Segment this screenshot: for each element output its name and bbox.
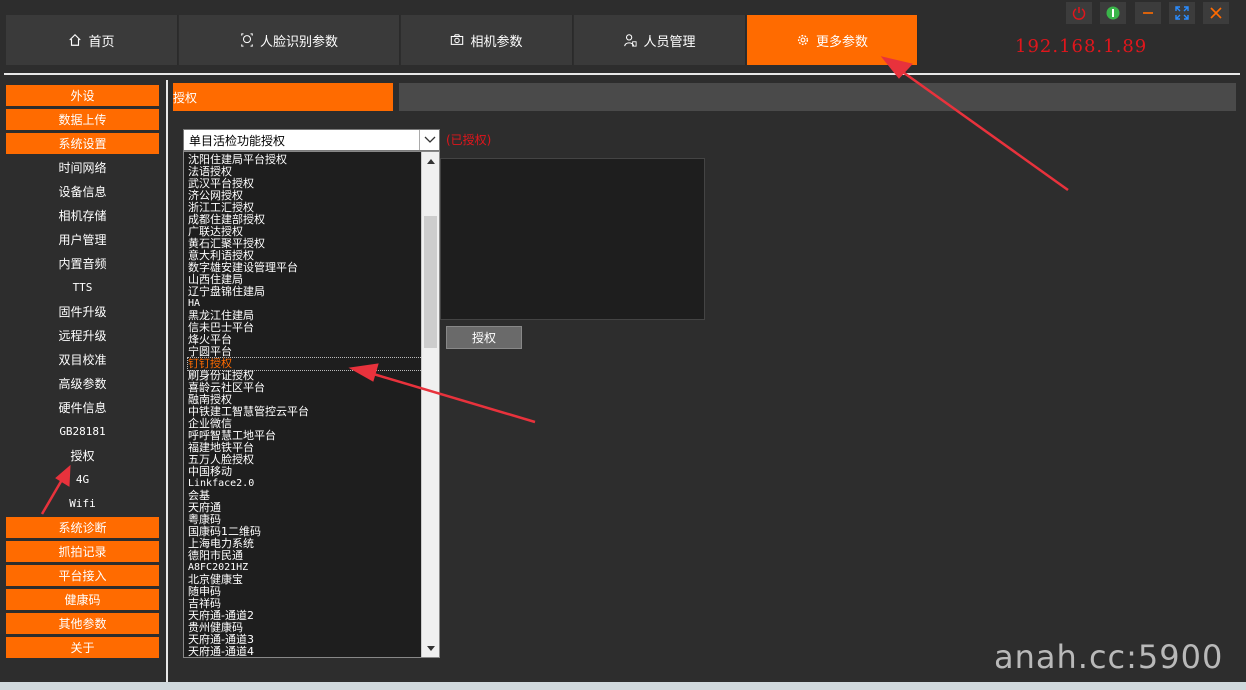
watermark: anah.cc:5900 bbox=[994, 638, 1224, 676]
sidebar-subitem-firmware-upgrade[interactable]: 固件升级 bbox=[6, 301, 159, 322]
user-icon bbox=[624, 34, 638, 47]
scroll-thumb[interactable] bbox=[424, 216, 437, 348]
arrow-down-icon bbox=[426, 645, 435, 651]
info-panel bbox=[440, 158, 705, 320]
tab-more-params[interactable]: 更多参数 bbox=[747, 15, 918, 65]
minimize-icon bbox=[1143, 12, 1153, 14]
scroll-up-button[interactable] bbox=[422, 152, 439, 169]
sidebar-item-capture-records[interactable]: 抓拍记录 bbox=[6, 541, 159, 562]
sidebar-item-system-diagnosis[interactable]: 系统诊断 bbox=[6, 517, 159, 538]
sidebar-subitem-authorization[interactable]: 授权 bbox=[6, 445, 159, 466]
sidebar-divider bbox=[166, 80, 168, 682]
home-icon bbox=[69, 33, 82, 46]
camera-icon bbox=[451, 34, 464, 45]
tab-face-recognition[interactable]: 人脸识别参数 bbox=[179, 15, 400, 65]
dropdown-value: 单目活检功能授权 bbox=[189, 133, 286, 148]
sidebar-subitem-device-info[interactable]: 设备信息 bbox=[6, 181, 159, 202]
close-icon bbox=[1210, 7, 1222, 19]
face-icon bbox=[241, 33, 253, 47]
sidebar-subitem-builtin-audio[interactable]: 内置音频 bbox=[6, 253, 159, 274]
toggle-button[interactable] bbox=[1100, 2, 1126, 24]
section-header-bar bbox=[399, 83, 1236, 111]
sidebar-item-system-settings[interactable]: 系统设置 bbox=[6, 133, 159, 154]
toggle-icon bbox=[1106, 6, 1120, 20]
sidebar-subitem-hardware-info[interactable]: 硬件信息 bbox=[6, 397, 159, 418]
power-icon bbox=[1072, 7, 1086, 20]
list-scrollbar[interactable] bbox=[421, 152, 439, 657]
auth-type-dropdown[interactable]: 单目活检功能授权 bbox=[183, 129, 440, 151]
list-item[interactable]: 中国移动 bbox=[188, 466, 232, 478]
ip-address: 192.168.1.89 bbox=[1015, 36, 1148, 57]
scroll-down-button[interactable] bbox=[422, 640, 439, 657]
tab-label: 人员管理 bbox=[643, 34, 696, 50]
tab-label: 更多参数 bbox=[815, 34, 868, 50]
sidebar-item-about[interactable]: 关于 bbox=[6, 637, 159, 658]
arrow-up-icon bbox=[426, 158, 435, 164]
tab-label: 首页 bbox=[88, 34, 115, 50]
taskbar-strip bbox=[0, 682, 1246, 690]
dropdown-list[interactable]: 沈阳住建局平台授权 法语授权 武汉平台授权 济公网授权 浙江工汇授权 成都住建部授权 广联达… bbox=[183, 151, 440, 658]
power-button[interactable] bbox=[1066, 2, 1092, 24]
sidebar-item-other-params[interactable]: 其他参数 bbox=[6, 613, 159, 634]
tab-label: 相机参数 bbox=[470, 34, 523, 50]
sidebar-subitem-camera-storage[interactable]: 相机存储 bbox=[6, 205, 159, 226]
sidebar-subitem-tts[interactable]: TTS bbox=[6, 277, 159, 298]
tab-camera[interactable]: 相机参数 bbox=[401, 15, 573, 65]
gear-icon bbox=[797, 34, 809, 46]
fullscreen-icon bbox=[1175, 6, 1189, 20]
list-item[interactable]: 辽宁盘锦住建局 bbox=[188, 286, 265, 298]
list-item[interactable]: 德阳市民通 bbox=[188, 550, 243, 562]
minimize-button[interactable] bbox=[1135, 2, 1161, 24]
tab-label: 人脸识别参数 bbox=[259, 34, 338, 50]
sidebar-subitem-gb28181[interactable]: GB28181 bbox=[6, 421, 159, 442]
list-item[interactable]: 天府通-通道4 bbox=[188, 646, 254, 658]
chevron-down-icon bbox=[424, 136, 435, 143]
tab-personnel[interactable]: 人员管理 bbox=[574, 15, 746, 65]
sidebar-subitem-remote-upgrade[interactable]: 远程升级 bbox=[6, 325, 159, 346]
sidebar-subitem-advanced-params[interactable]: 高级参数 bbox=[6, 373, 159, 394]
sidebar-item-health-code[interactable]: 健康码 bbox=[6, 589, 159, 610]
sidebar-subitem-user-management[interactable]: 用户管理 bbox=[6, 229, 159, 250]
sidebar-subitem-wifi[interactable]: Wifi bbox=[6, 493, 159, 514]
sidebar-item-platform-access[interactable]: 平台接入 bbox=[6, 565, 159, 586]
tab-home[interactable]: 首页 bbox=[6, 15, 178, 65]
section-title: 授权 bbox=[173, 83, 393, 111]
fullscreen-button[interactable] bbox=[1169, 2, 1195, 24]
sidebar-subitem-4g[interactable]: 4G bbox=[6, 469, 159, 490]
header-divider bbox=[4, 73, 1240, 75]
authorize-button[interactable]: 授权 bbox=[446, 326, 522, 349]
dropdown-toggle[interactable] bbox=[419, 130, 439, 150]
auth-status: (已授权) bbox=[446, 133, 492, 147]
close-button[interactable] bbox=[1203, 2, 1229, 24]
sidebar-subitem-binocular-calibration[interactable]: 双目校准 bbox=[6, 349, 159, 370]
sidebar-item-peripherals[interactable]: 外设 bbox=[6, 85, 159, 106]
sidebar-subitem-time-network[interactable]: 时间网络 bbox=[6, 157, 159, 178]
sidebar-item-data-upload[interactable]: 数据上传 bbox=[6, 109, 159, 130]
